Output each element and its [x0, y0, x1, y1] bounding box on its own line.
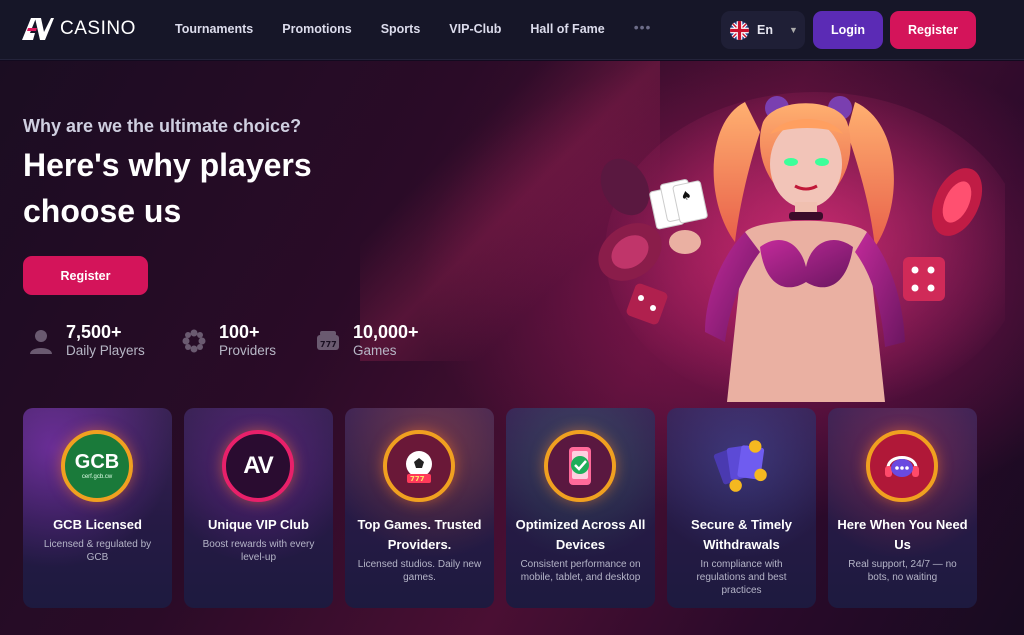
card-title: Top Games. Trusted Providers.	[357, 517, 482, 552]
feature-card-optimized-devices[interactable]: Optimized Across All Devices Consistent …	[506, 408, 655, 608]
user-icon	[30, 330, 52, 354]
stat-label: Providers	[219, 343, 277, 358]
site-logo[interactable]: CASINO	[22, 18, 136, 40]
stat-games: 777 10,000+ Games	[315, 322, 419, 360]
vip-badge-text: AV	[243, 452, 274, 479]
hero-subtitle: Why are we the ultimate choice?	[23, 116, 302, 136]
feature-card-support[interactable]: Here When You Need Us Real support, 24/7…	[828, 408, 977, 608]
uk-flag-icon	[730, 20, 749, 40]
more-menu-icon[interactable]: •••	[634, 19, 652, 36]
card-description: Boost rewards with every level-up	[202, 539, 315, 563]
card-title: Unique VIP Club	[208, 517, 309, 532]
nav-vip-club[interactable]: VIP-Club	[449, 22, 501, 36]
soccer-ball-icon: 777	[406, 451, 432, 483]
support-chat-icon	[866, 430, 938, 502]
feature-cards: GCB cerf.gcb.cw GCB Licensed Licensed & …	[23, 408, 977, 608]
av-logo-icon	[22, 18, 54, 40]
feature-card-vip-club[interactable]: AV Unique VIP Club Boost rewards with ev…	[184, 408, 333, 608]
phone-check-icon	[544, 430, 616, 502]
phone-icon	[569, 447, 591, 485]
register-button-header[interactable]: Register	[890, 11, 976, 49]
brand-name: CASINO	[60, 18, 136, 39]
gcb-badge-subtext: cerf.gcb.cw	[81, 474, 113, 480]
login-button[interactable]: Login	[813, 11, 883, 49]
feature-card-top-games[interactable]: 777 Top Games. Trusted Providers. Licens…	[345, 408, 494, 608]
card-description: In compliance with regulations and best …	[696, 559, 787, 596]
stat-label: Games	[353, 343, 397, 358]
card-description: Consistent performance on mobile, tablet…	[520, 559, 641, 583]
language-selector[interactable]: En ▼	[721, 11, 805, 49]
money-cards-icon	[713, 440, 767, 492]
slot-777-icon: 777	[317, 331, 339, 350]
hero-headline: Here's why players choose us	[23, 147, 312, 229]
feature-card-withdrawals[interactable]: Secure & Timely Withdrawals In complianc…	[667, 408, 816, 608]
register-button-hero[interactable]: Register	[23, 256, 148, 295]
vip-logo-icon: AV	[222, 430, 294, 502]
stat-providers: 100+ Providers	[181, 322, 315, 360]
providers-icon	[182, 329, 206, 353]
card-title: Secure & Timely Withdrawals	[691, 517, 792, 552]
top-header: CASINO Tournaments Promotions Sports VIP…	[0, 0, 1024, 60]
card-title: Optimized Across All Devices	[515, 517, 646, 552]
nav-sports[interactable]: Sports	[381, 22, 421, 36]
stats-row: 7,500+ Daily Players 100+ Providers 777 …	[28, 322, 419, 360]
chevron-down-icon: ▼	[788, 25, 798, 35]
card-title: Here When You Need Us	[837, 517, 968, 552]
soccer-slot-icon: 777	[383, 430, 455, 502]
card-description: Real support, 24/7 — no bots, no waiting	[848, 559, 957, 583]
stat-daily-players: 7,500+ Daily Players	[28, 322, 181, 360]
stat-value: 7,500+	[66, 322, 122, 342]
card-description: Licensed & regulated by GCB	[43, 539, 152, 563]
gcb-badge-text: GCB	[74, 451, 120, 473]
main-nav: Tournaments Promotions Sports VIP-Club H…	[175, 19, 652, 36]
feature-card-gcb-licensed[interactable]: GCB cerf.gcb.cw GCB Licensed Licensed & …	[23, 408, 172, 608]
gcb-license-icon: GCB cerf.gcb.cw	[61, 430, 133, 502]
cards-coins-icon	[705, 430, 777, 502]
nav-promotions[interactable]: Promotions	[282, 22, 351, 36]
nav-hall-of-fame[interactable]: Hall of Fame	[530, 22, 604, 36]
headset-icon	[885, 456, 919, 477]
language-label: En	[757, 23, 773, 37]
svg-text:777: 777	[410, 475, 425, 483]
card-title: GCB Licensed	[53, 517, 142, 532]
svg-text:777: 777	[320, 340, 337, 349]
stat-value: 10,000+	[353, 322, 419, 342]
stat-value: 100+	[219, 322, 260, 342]
card-description: Licensed studios. Daily new games.	[357, 559, 482, 583]
hero-character-illustration: ♠	[598, 92, 1005, 402]
nav-tournaments[interactable]: Tournaments	[175, 22, 253, 36]
stat-label: Daily Players	[66, 343, 145, 358]
